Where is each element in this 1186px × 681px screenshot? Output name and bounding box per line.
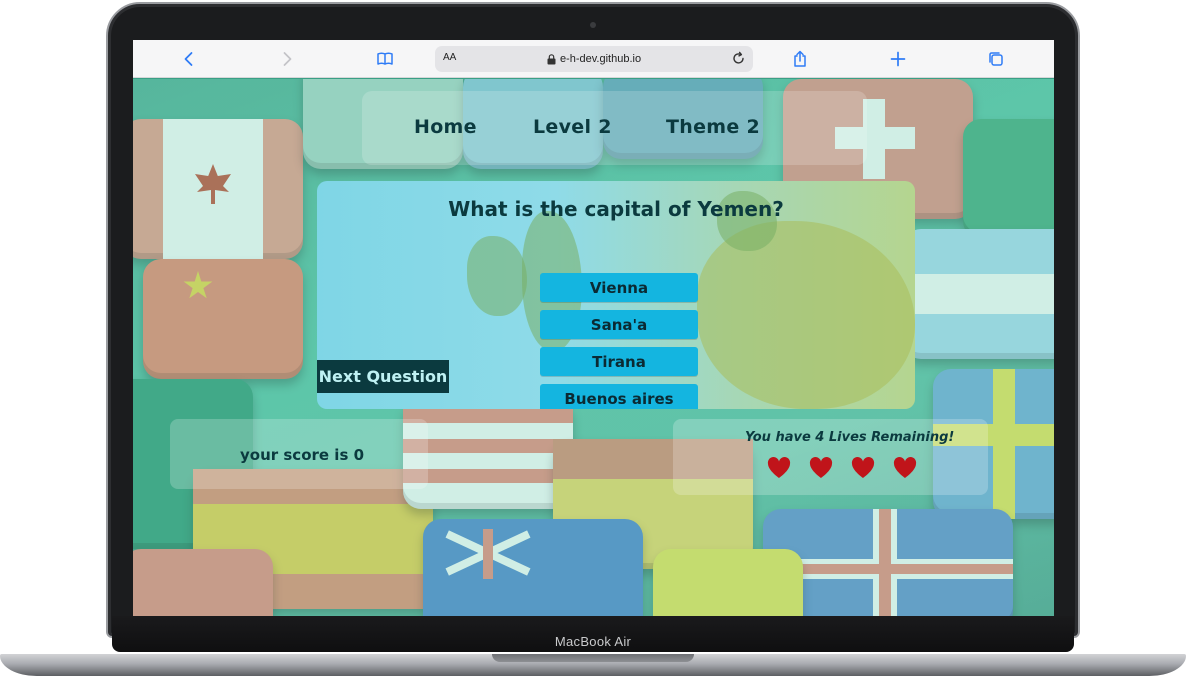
- book-icon[interactable]: [375, 49, 395, 69]
- answer-button[interactable]: Vienna: [540, 273, 698, 302]
- score-text: your score is 0: [240, 446, 365, 464]
- flag-tile: [653, 549, 803, 616]
- flag-tile: [423, 519, 643, 616]
- share-icon[interactable]: [790, 49, 810, 69]
- heart-shape: [851, 457, 875, 478]
- tabs-icon[interactable]: [986, 49, 1006, 69]
- heart-icon: [851, 457, 875, 479]
- heart-shape: [809, 457, 833, 478]
- url-text: e-h-dev.github.io: [559, 53, 642, 65]
- camera: [590, 22, 596, 28]
- score-panel: your score is 0: [170, 419, 428, 489]
- webpage: Home Level 2 Theme 2 What is the capital…: [133, 79, 1054, 616]
- browser-toolbar: AA e-h-dev.github.io: [133, 40, 1054, 78]
- lives-text: You have 4 Lives Remaining!: [745, 430, 955, 445]
- nav-home-link[interactable]: Home: [414, 116, 477, 138]
- map-land: [467, 236, 527, 316]
- heart-icon: [809, 457, 833, 479]
- flag-tile: [963, 119, 1054, 239]
- next-question-button[interactable]: Next Question: [317, 360, 449, 393]
- heart-icon: [893, 457, 917, 479]
- screen: AA e-h-dev.github.io Home Level 2 Theme …: [133, 40, 1054, 616]
- flag-tile: [143, 259, 303, 379]
- answer-button[interactable]: Tirana: [540, 347, 698, 376]
- answer-button[interactable]: Sana'a: [540, 310, 698, 339]
- chevron-right-icon[interactable]: [277, 49, 297, 69]
- flag-tile: [903, 229, 1054, 359]
- lives-panel: You have 4 Lives Remaining!: [673, 419, 988, 495]
- flag-tile: [403, 399, 573, 509]
- flag-tile: [133, 119, 303, 259]
- lock-icon: [547, 53, 556, 65]
- plus-icon[interactable]: [888, 49, 908, 69]
- heart-shape: [893, 457, 917, 478]
- flag-tile: [133, 549, 273, 616]
- chevron-left-icon[interactable]: [179, 49, 199, 69]
- answer-button[interactable]: Buenos aires: [540, 384, 698, 409]
- nav-theme-link[interactable]: Theme 2: [666, 116, 760, 138]
- heart-shape: [767, 457, 791, 478]
- url-group: e-h-dev.github.io: [435, 46, 753, 72]
- laptop-notch: [492, 654, 694, 662]
- reload-icon[interactable]: [731, 51, 746, 66]
- model-label: MacBook Air: [554, 634, 632, 649]
- address-bar[interactable]: AA e-h-dev.github.io: [435, 46, 753, 72]
- nav-level-link[interactable]: Level 2: [533, 116, 612, 138]
- question-text: What is the capital of Yemen?: [448, 197, 784, 221]
- map-land: [697, 221, 915, 409]
- heart-icon: [767, 457, 791, 479]
